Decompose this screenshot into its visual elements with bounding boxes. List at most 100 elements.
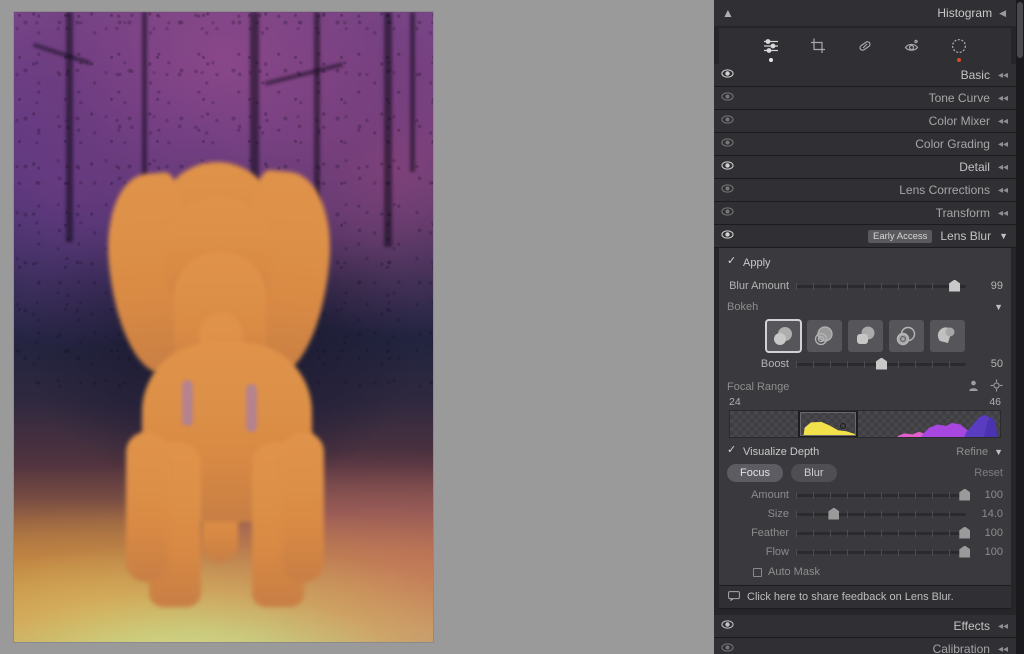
blur-amount-track[interactable] [796, 279, 966, 293]
histogram-header[interactable]: ▲ Histogram ◀ [714, 0, 1016, 26]
eye-icon[interactable] [721, 620, 734, 632]
panel-row-lens-corrections[interactable]: Lens Corrections ◂◂ [714, 179, 1016, 202]
feather-value[interactable]: 100 [973, 527, 1003, 539]
apply-checkbox-row[interactable]: ✓ Apply [727, 254, 1003, 272]
eye-icon[interactable] [721, 230, 734, 242]
chevron-collapse-icon[interactable]: ◂◂ [998, 644, 1008, 654]
flow-track[interactable] [796, 545, 971, 559]
boost-slider-row[interactable]: Boost 50 [727, 354, 1003, 373]
size-thumb[interactable] [828, 507, 840, 520]
panel-scrollbar-track[interactable] [1016, 0, 1024, 654]
focal-range-selection[interactable] [798, 411, 858, 437]
bokeh-shape-bubble[interactable] [806, 320, 842, 352]
flow-value[interactable]: 100 [973, 546, 1003, 558]
depth-histogram-strip[interactable] [729, 410, 1001, 438]
chevron-collapse-icon[interactable]: ◂◂ [998, 116, 1008, 127]
panel-row-effects[interactable]: Effects ◂◂ [714, 615, 1016, 638]
triangle-left-icon[interactable]: ◀ [999, 8, 1006, 19]
chevron-collapse-icon[interactable]: ◂◂ [998, 162, 1008, 173]
edit-sliders-icon[interactable] [758, 33, 784, 62]
bokeh-header[interactable]: Bokeh ▼ [727, 298, 1003, 316]
size-value[interactable]: 14.0 [973, 508, 1003, 520]
size-slider-row[interactable]: Size 14.0 [727, 504, 1003, 523]
subject-person-icon[interactable] [967, 379, 980, 395]
healing-brush-icon[interactable] [852, 33, 878, 59]
early-access-badge: Early Access [867, 229, 933, 243]
amount-value[interactable]: 100 [973, 489, 1003, 501]
crop-icon[interactable] [805, 33, 831, 59]
red-eye-icon[interactable] [899, 33, 925, 59]
visualize-depth-checkbox[interactable]: ✓ [727, 444, 737, 457]
panel-row-detail[interactable]: Detail ◂◂ [714, 156, 1016, 179]
chevron-collapse-icon[interactable]: ◂◂ [998, 93, 1008, 104]
flow-slider-row[interactable]: Flow 100 [727, 542, 1003, 561]
triangle-down-icon[interactable]: ▼ [994, 447, 1003, 457]
blur-amount-value[interactable]: 99 [973, 280, 1003, 292]
panel-label: Basic [960, 68, 990, 82]
panel-row-basic[interactable]: Basic ◂◂ [714, 64, 1016, 87]
visualize-depth-row: ✓ Visualize Depth Refine ▼ [727, 442, 1003, 461]
panel-scroll-region[interactable]: ▲ Histogram ◀ Basic ◂◂ Tone Curve ◂◂ Col… [714, 0, 1016, 654]
eye-icon[interactable] [721, 92, 734, 104]
eye-icon[interactable] [721, 161, 734, 173]
eye-icon[interactable] [721, 115, 734, 127]
blur-amount-slider-row[interactable]: Blur Amount 99 [727, 276, 1003, 295]
eye-icon[interactable] [721, 643, 734, 654]
focal-range-handle[interactable] [840, 423, 846, 429]
panel-row-color-grading[interactable]: Color Grading ◂◂ [714, 133, 1016, 156]
chevron-collapse-icon[interactable]: ◂◂ [998, 70, 1008, 81]
flow-thumb[interactable] [959, 545, 971, 558]
auto-mask-row[interactable]: Auto Mask [727, 563, 1003, 581]
amount-thumb[interactable] [959, 488, 971, 501]
eye-icon[interactable] [721, 69, 734, 81]
blur-amount-thumb[interactable] [949, 279, 961, 292]
feather-thumb[interactable] [959, 526, 971, 539]
eye-icon[interactable] [721, 138, 734, 150]
eye-icon[interactable] [721, 207, 734, 219]
amount-track[interactable] [796, 488, 971, 502]
warning-triangle-icon[interactable]: ▲ [722, 7, 734, 19]
eye-icon[interactable] [721, 184, 734, 196]
bokeh-shape-swirl[interactable] [929, 320, 965, 352]
bokeh-shape-5blade[interactable] [847, 320, 883, 352]
panel-row-lens-blur[interactable]: Early Access Lens Blur ▼ [714, 225, 1016, 248]
masking-icon[interactable] [946, 33, 972, 62]
photo-frame[interactable] [14, 12, 433, 642]
panel-scrollbar-thumb[interactable] [1017, 2, 1023, 58]
bokeh-shape-soap[interactable] [888, 320, 924, 352]
focal-range-min[interactable]: 24 [729, 396, 741, 408]
chevron-collapse-icon[interactable]: ◂◂ [998, 621, 1008, 632]
visualize-depth-label: Visualize Depth [743, 445, 820, 458]
feather-slider-row[interactable]: Feather 100 [727, 523, 1003, 542]
focal-range-max[interactable]: 46 [989, 396, 1001, 408]
triangle-down-icon[interactable]: ▼ [999, 231, 1008, 241]
chevron-collapse-icon[interactable]: ◂◂ [998, 208, 1008, 219]
feedback-bar[interactable]: Click here to share feedback on Lens Blu… [719, 586, 1011, 609]
size-track[interactable] [796, 507, 966, 521]
boost-value[interactable]: 50 [973, 358, 1003, 370]
brush-mode-row: Focus Blur Reset [727, 461, 1003, 485]
focus-brush-button[interactable]: Focus [727, 464, 783, 482]
crosshair-target-icon[interactable] [990, 379, 1003, 395]
apply-checkbox[interactable]: ✓ [727, 256, 737, 268]
chevron-collapse-icon[interactable]: ◂◂ [998, 185, 1008, 196]
boost-track[interactable] [796, 357, 966, 371]
triangle-down-icon[interactable]: ▼ [994, 302, 1003, 312]
amount-slider-row[interactable]: Amount 100 [727, 485, 1003, 504]
panel-row-transform[interactable]: Transform ◂◂ [714, 202, 1016, 225]
feather-track[interactable] [796, 526, 971, 540]
chevron-collapse-icon[interactable]: ◂◂ [998, 139, 1008, 150]
blur-brush-button[interactable]: Blur [790, 464, 837, 482]
panel-label: Lens Blur [940, 229, 992, 243]
panel-row-tone-curve[interactable]: Tone Curve ◂◂ [714, 87, 1016, 110]
panel-row-color-mixer[interactable]: Color Mixer ◂◂ [714, 110, 1016, 133]
image-canvas[interactable] [0, 0, 714, 654]
boost-thumb[interactable] [876, 357, 887, 370]
reset-button[interactable]: Reset [974, 467, 1003, 479]
visualize-depth-checkbox-group[interactable]: ✓ Visualize Depth [727, 444, 820, 458]
bokeh-shape-circle[interactable] [764, 319, 802, 353]
refine-control[interactable]: Refine ▼ [956, 446, 1003, 458]
panel-row-calibration[interactable]: Calibration ◂◂ [714, 638, 1016, 654]
auto-mask-checkbox[interactable] [753, 567, 762, 577]
focal-range-values: 24 46 [727, 395, 1003, 410]
